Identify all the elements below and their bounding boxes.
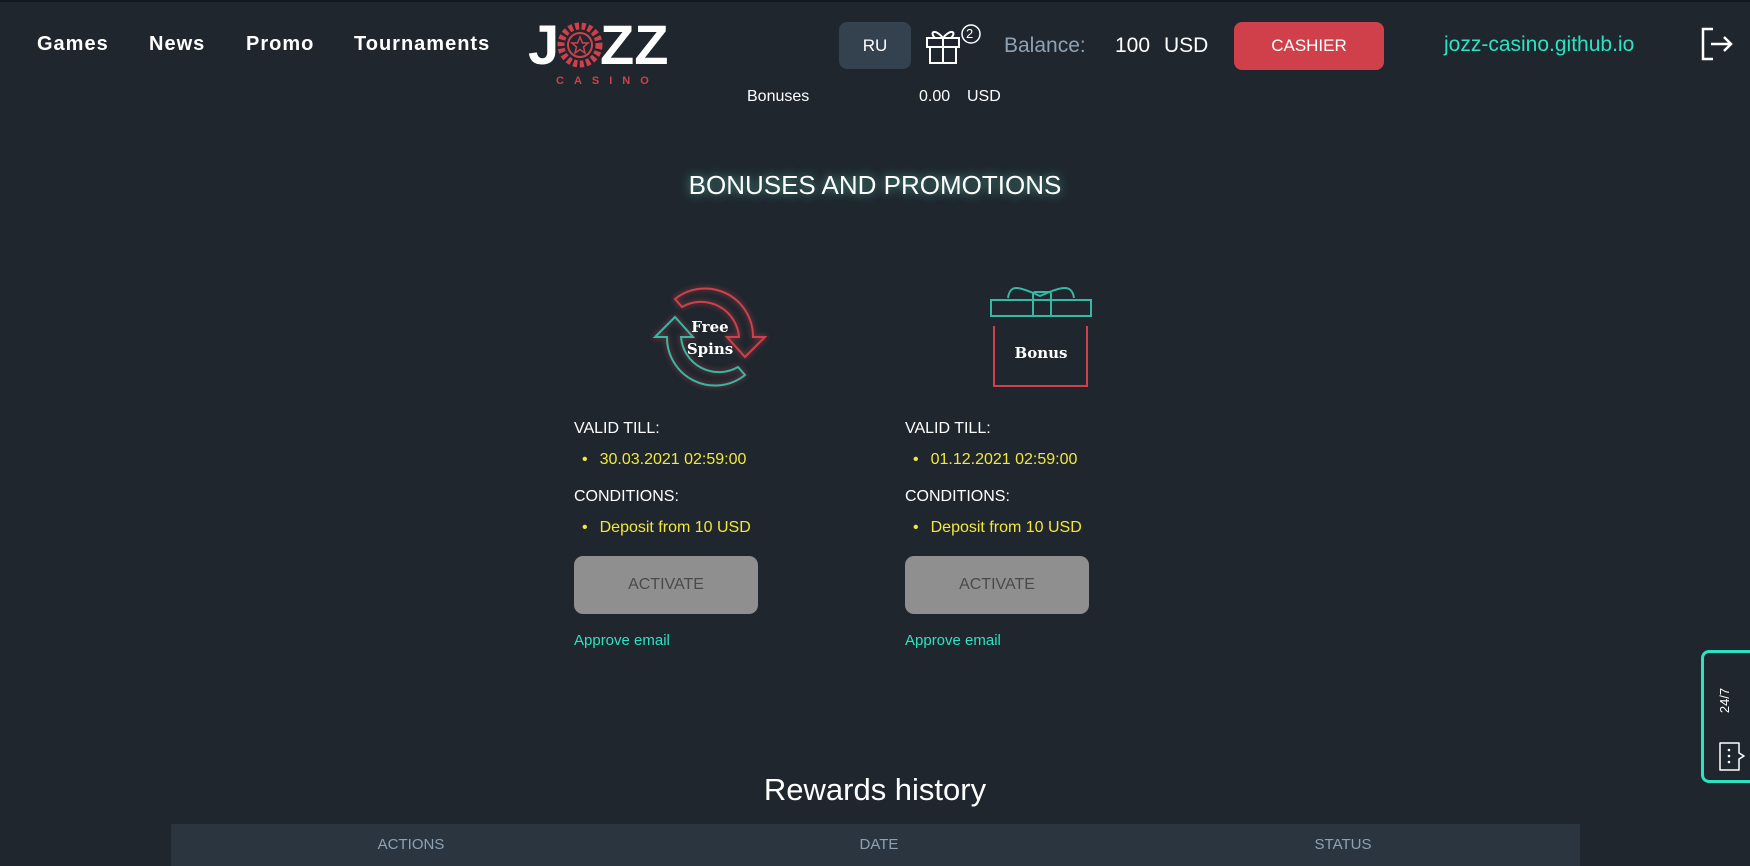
balance-label: Balance:: [1004, 34, 1086, 57]
bonuses-value: 0.00: [919, 88, 951, 105]
valid-till-value: 01.12.2021 02:59:00: [913, 451, 1105, 469]
free-spins-icon: Free Spins: [645, 277, 775, 397]
gift-count-badge: 2: [966, 26, 974, 41]
column-actions: ACTIONS: [377, 836, 445, 853]
support-widget[interactable]: 24/7: [1701, 650, 1750, 783]
column-status: STATUS: [1314, 836, 1372, 853]
valid-till-value: 30.03.2021 02:59:00: [582, 451, 774, 469]
logo[interactable]: J ZZ CASINO: [528, 13, 673, 88]
rewards-history-title: Rewards history: [763, 772, 987, 807]
svg-text:J: J: [528, 18, 559, 76]
bonus-card-free-spins: VALID TILL: 30.03.2021 02:59:00 CONDITIO…: [574, 420, 774, 649]
logout-icon: [1701, 27, 1733, 61]
approve-email-link[interactable]: Approve email: [905, 632, 1105, 649]
support-label: 24/7: [1717, 687, 1733, 714]
rewards-table-header: ACTIONS DATE STATUS: [171, 824, 1580, 866]
valid-till-label: VALID TILL:: [905, 420, 991, 437]
gift-button[interactable]: 2: [925, 24, 985, 73]
svg-text:ZZ: ZZ: [600, 18, 668, 76]
conditions-label: CONDITIONS:: [905, 488, 1010, 505]
site-link[interactable]: jozz-casino.github.io: [1444, 33, 1634, 57]
bonuses-currency: USD: [967, 88, 1001, 105]
gift-icon: [926, 24, 981, 64]
language-button[interactable]: RU: [839, 22, 911, 69]
balance-value: 100: [1115, 34, 1151, 57]
approve-email-link[interactable]: Approve email: [574, 632, 774, 649]
cashier-button[interactable]: CASHIER: [1234, 22, 1384, 70]
bonuses-label: Bonuses: [747, 88, 810, 105]
free-spins-text-2: Spins: [686, 340, 734, 358]
nav-promo[interactable]: Promo: [246, 33, 314, 56]
condition-value: Deposit from 10 USD: [582, 519, 774, 537]
bonus-icon-text: Bonus: [1014, 344, 1068, 362]
activate-button[interactable]: ACTIVATE: [905, 556, 1089, 614]
page-title: BONUSES AND PROMOTIONS: [688, 170, 1062, 200]
condition-value: Deposit from 10 USD: [913, 519, 1105, 537]
balance-currency: USD: [1164, 34, 1209, 57]
logout-button[interactable]: [1699, 26, 1735, 67]
conditions-label: CONDITIONS:: [574, 488, 679, 505]
activate-button[interactable]: ACTIVATE: [574, 556, 758, 614]
logo-image: J ZZ CASINO: [528, 13, 668, 87]
column-date: DATE: [859, 836, 899, 853]
svg-text:CASINO: CASINO: [556, 75, 659, 87]
nav-tournaments[interactable]: Tournaments: [354, 33, 490, 56]
nav-games[interactable]: Games: [37, 33, 109, 56]
free-spins-text-1: Free: [691, 318, 729, 336]
bonus-card-bonus: VALID TILL: 01.12.2021 02:59:00 CONDITIO…: [905, 420, 1105, 649]
chat-icon: [1719, 742, 1745, 771]
nav-news[interactable]: News: [149, 33, 205, 56]
bonus-gift-icon: Bonus: [988, 282, 1094, 390]
valid-till-label: VALID TILL:: [574, 420, 660, 437]
